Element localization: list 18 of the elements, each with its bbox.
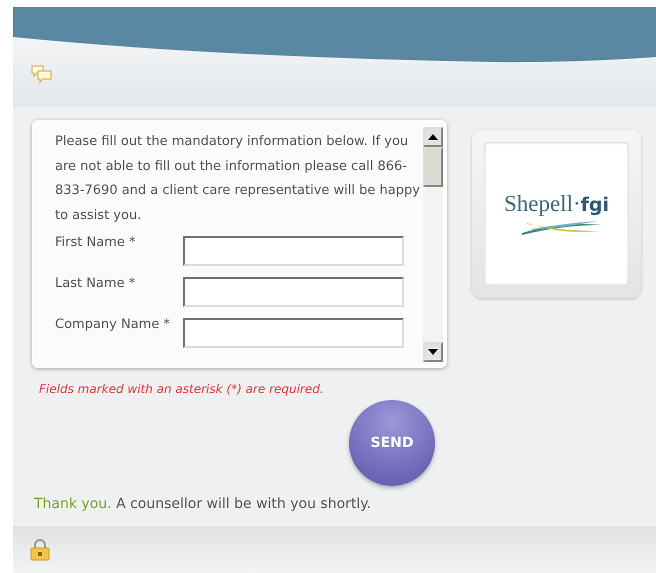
send-button[interactable]: SEND xyxy=(349,400,435,486)
input-field[interactable] xyxy=(183,236,404,266)
scroll-down-icon[interactable] xyxy=(428,349,438,355)
field-label: First Name * xyxy=(55,234,136,252)
scroll-up-icon[interactable] xyxy=(428,134,438,140)
input-field[interactable] xyxy=(183,277,404,307)
status-message: Thank you. A counsellor will be with you shortly. xyxy=(34,496,372,512)
swoosh-icon xyxy=(522,219,602,237)
scroll-thumb[interactable] xyxy=(423,147,443,187)
field-label: Company Name * xyxy=(55,316,171,334)
intro-text: Please fill out the mandatory information below. If you are not able to fill out the information please call 866-833-7690 and a client care representative will be happy to assist you. xyxy=(55,133,421,224)
input-field[interactable] xyxy=(183,318,404,348)
lock-icon xyxy=(30,538,50,561)
scrollbar[interactable] xyxy=(423,127,443,362)
field-label: Last Name * xyxy=(55,275,136,293)
logo: Shepell·fgi xyxy=(504,191,610,217)
chat-icon xyxy=(30,64,54,84)
required-note: Fields marked with an asterisk (*) are required. xyxy=(39,382,325,396)
